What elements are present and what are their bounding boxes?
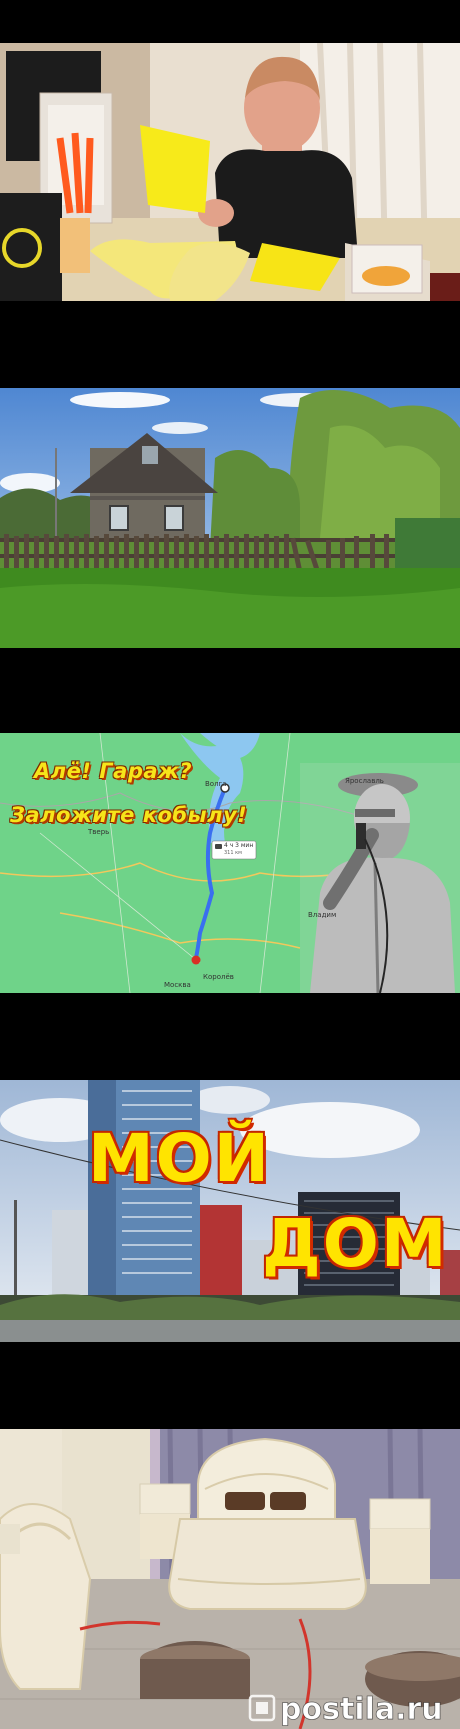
video-frame-3[interactable]: Алё! Гараж? Заложите кобылу! Волга Яросл…	[0, 733, 460, 993]
map-label-tver: Тверь	[88, 828, 110, 836]
map-label-volga: Волга	[205, 780, 227, 788]
route-distance-label: 311 км	[224, 850, 242, 856]
map-label-vladimir: Владим	[308, 911, 337, 919]
map-label-yaroslavl: Ярославль	[345, 777, 384, 785]
route-time-label: 4 ч 3 мин	[224, 842, 254, 849]
map-label-korolev: Королёв	[203, 973, 234, 981]
woman-with-cloths-image	[0, 43, 460, 301]
overlay-line-2: Заложите кобылу!	[10, 803, 248, 827]
map-label-moscow: Москва	[164, 981, 191, 989]
title-word-2: ДОМ	[262, 1205, 449, 1282]
video-frame-4[interactable]: МОЙ ДОМ	[0, 1080, 460, 1342]
watermark-text: postila.ru	[280, 1692, 443, 1727]
video-frame-2[interactable]	[0, 388, 460, 648]
video-frame-1[interactable]	[0, 43, 460, 301]
title-word-1: МОЙ	[88, 1120, 272, 1197]
bedroom-image: postila.ru	[0, 1429, 460, 1729]
video-frame-5[interactable]: postila.ru	[0, 1429, 460, 1729]
overlay-line-1: Алё! Гараж?	[34, 759, 193, 783]
village-house-image	[0, 388, 460, 648]
